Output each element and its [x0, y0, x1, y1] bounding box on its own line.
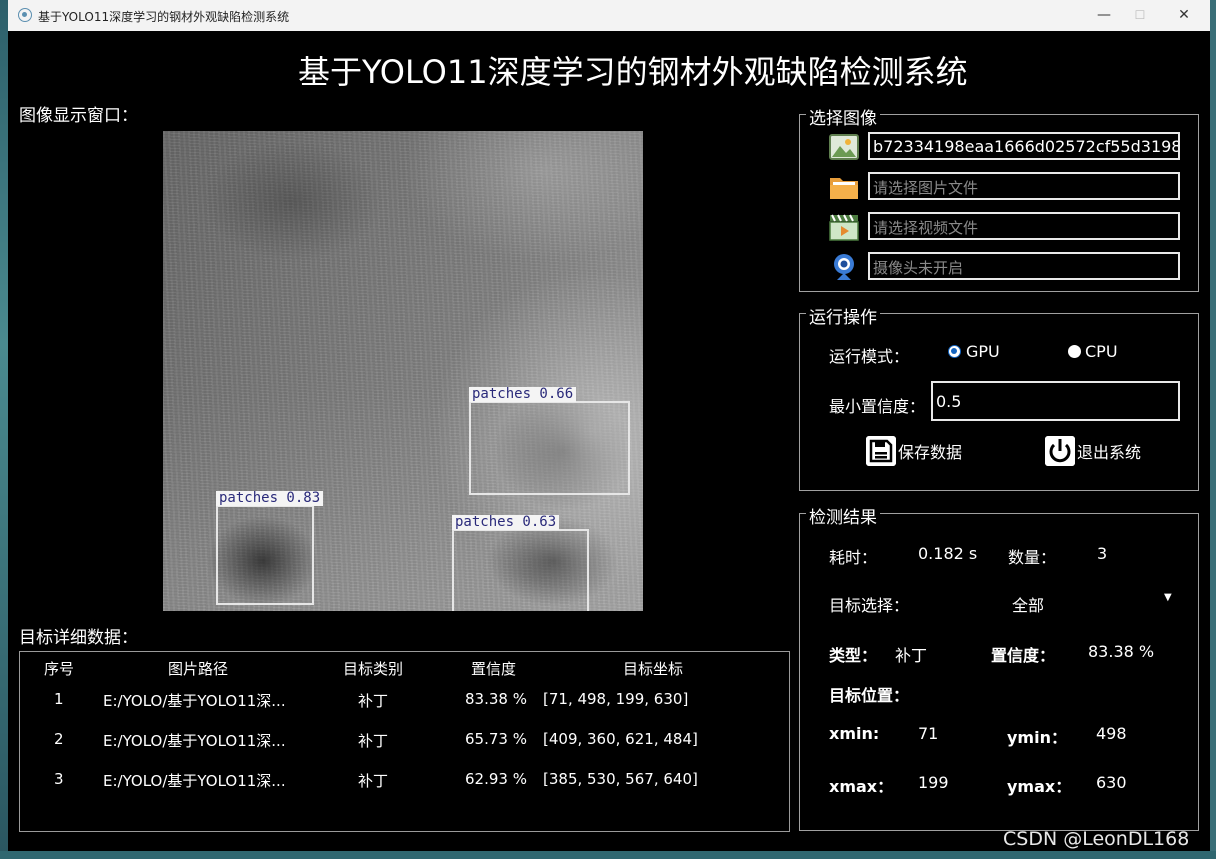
target-select-dropdown[interactable]: 全部: [1012, 592, 1044, 616]
type-label: 类型：: [829, 646, 878, 665]
xmin-value: 71: [918, 724, 939, 743]
desktop-background: [0, 0, 8, 859]
table-header-confidence: 置信度: [471, 660, 517, 678]
gpu-radio[interactable]: [948, 345, 961, 358]
run-mode-label: 运行模式：: [829, 347, 910, 366]
cpu-radio-label[interactable]: CPU: [1085, 342, 1118, 361]
detection-results-group: 检测结果 耗时： 0.182 s 数量： 3 目标选择： 全部 ▼ 类型： 补丁…: [799, 503, 1199, 831]
image-file-field[interactable]: b72334198eaa1666d02572cf55d3198.jpg: [868, 132, 1180, 160]
detection-image: patches 0.66 patches 0.83 patches 0.63: [163, 131, 643, 611]
camera-input[interactable]: 摄像头未开启: [868, 252, 1180, 280]
select-image-title: 选择图像: [806, 104, 880, 129]
gpu-radio-label[interactable]: GPU: [966, 342, 1000, 361]
image-panel-label: 图像显示窗口：: [19, 106, 138, 126]
ymin-value: 498: [1096, 724, 1127, 743]
count-label: 数量：: [1008, 548, 1057, 567]
close-button[interactable]: ✕: [1166, 4, 1202, 26]
detail-table[interactable]: 序号 图片路径 目标类别 置信度 目标坐标 1 E:/YOLO/基于YOLO11…: [19, 651, 790, 832]
detection-label: patches 0.63: [452, 515, 560, 530]
image-icon[interactable]: [829, 132, 859, 162]
detection-box: [469, 401, 630, 495]
save-icon: [866, 436, 896, 466]
detection-results-title: 检测结果: [806, 503, 880, 528]
confidence-label: 置信度：: [991, 646, 1056, 665]
detection-label: patches 0.83: [216, 491, 324, 506]
select-image-group: 选择图像 b72334198eaa1666d02572cf55d3198.jpg…: [799, 104, 1199, 292]
watermark: CSDN @LeonDL168: [1003, 828, 1190, 850]
app-icon: [18, 8, 32, 22]
save-data-button[interactable]: 保存数据: [866, 435, 962, 467]
folder-icon[interactable]: [829, 172, 859, 202]
min-confidence-label: 最小置信度：: [829, 397, 926, 416]
time-label: 耗时：: [829, 548, 878, 567]
video-icon[interactable]: [829, 212, 859, 242]
detection-label: patches 0.66: [469, 387, 577, 402]
xmax-value: 199: [918, 773, 949, 792]
detection-box: [452, 529, 589, 611]
exit-system-label: 退出系统: [1077, 443, 1142, 462]
xmin-label: xmin:: [829, 724, 880, 743]
page-title: 基于YOLO11深度学习的钢材外观缺陷检测系统: [298, 53, 968, 91]
power-icon: [1045, 436, 1075, 466]
table-header-index: 序号: [44, 660, 75, 678]
detection-box: [216, 505, 314, 605]
ymin-label: ymin：: [1007, 728, 1067, 747]
main-window: 基于YOLO11深度学习的钢材外观缺陷检测系统 图像显示窗口： patches …: [8, 31, 1210, 851]
chevron-down-icon[interactable]: ▼: [1164, 592, 1172, 603]
time-value: 0.182 s: [918, 544, 978, 563]
target-select-label: 目标选择：: [829, 596, 910, 615]
cpu-radio[interactable]: [1068, 345, 1081, 358]
image-folder-input[interactable]: 请选择图片文件: [868, 172, 1180, 200]
count-value: 3: [1097, 544, 1108, 563]
target-position-label: 目标位置：: [829, 686, 910, 705]
type-value: 补丁: [895, 646, 928, 665]
minimize-button[interactable]: —: [1086, 4, 1122, 26]
detail-table-label: 目标详细数据：: [19, 628, 138, 648]
video-file-input[interactable]: 请选择视频文件: [868, 212, 1180, 240]
maximize-button[interactable]: ☐: [1122, 4, 1158, 26]
window-title: 基于YOLO11深度学习的钢材外观缺陷检测系统: [38, 10, 290, 24]
window-titlebar[interactable]: 基于YOLO11深度学习的钢材外观缺陷检测系统 — ☐ ✕: [8, 0, 1210, 32]
min-confidence-input[interactable]: 0.5: [931, 381, 1180, 421]
table-header-class: 目标类别: [343, 660, 404, 678]
run-operations-group: 运行操作 运行模式： GPU CPU 最小置信度： 0.5 保存数据 退出系统: [799, 303, 1199, 491]
run-operations-title: 运行操作: [806, 303, 880, 328]
desktop-background-bottom: [0, 851, 1216, 859]
table-header-coords: 目标坐标: [623, 660, 684, 678]
ymax-label: ymax：: [1007, 777, 1072, 796]
ymax-value: 630: [1096, 773, 1127, 792]
exit-system-button[interactable]: 退出系统: [1045, 435, 1141, 467]
save-data-label: 保存数据: [898, 443, 963, 462]
xmax-label: xmax：: [829, 777, 894, 796]
table-header-path: 图片路径: [168, 660, 229, 678]
confidence-value: 83.38 %: [1088, 642, 1155, 661]
webcam-icon[interactable]: [829, 252, 859, 282]
